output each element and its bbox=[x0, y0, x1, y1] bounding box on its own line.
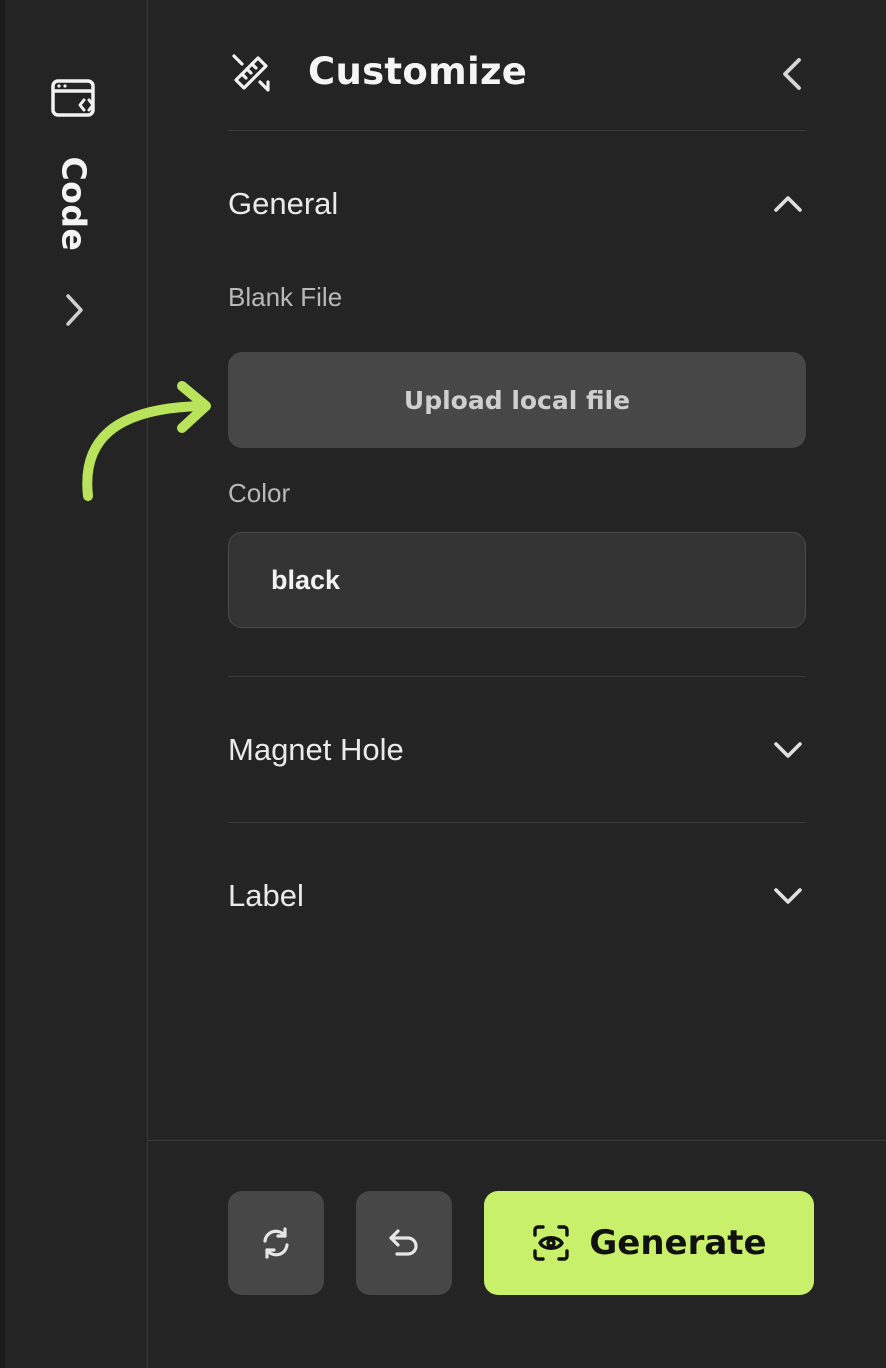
panel-header: Customize bbox=[228, 46, 806, 106]
section-title-magnet-hole: Magnet Hole bbox=[228, 732, 404, 767]
ruler-pencil-icon bbox=[232, 54, 270, 92]
generate-label: Generate bbox=[589, 1223, 767, 1263]
refresh-icon bbox=[263, 1227, 289, 1259]
color-label: Color bbox=[228, 478, 291, 508]
chevron-down-icon bbox=[774, 742, 802, 758]
section-label-header[interactable]: Label bbox=[228, 872, 806, 920]
eye-scan-icon bbox=[533, 1225, 570, 1261]
section-magnet-hole-header[interactable]: Magnet Hole bbox=[228, 726, 806, 774]
app-window: Code Customize General Blank File Upload… bbox=[0, 0, 886, 1368]
chevron-left-icon[interactable] bbox=[772, 52, 812, 96]
section-title-general: General bbox=[228, 186, 339, 221]
upload-file-button[interactable]: Upload local file bbox=[228, 352, 806, 448]
section-divider bbox=[228, 676, 806, 677]
rail-label[interactable]: Code bbox=[55, 157, 94, 252]
undo-icon bbox=[389, 1229, 418, 1256]
color-field[interactable]: black bbox=[228, 532, 806, 628]
section-title-label: Label bbox=[228, 878, 304, 913]
customize-panel: Customize General Blank File Upload loca… bbox=[148, 0, 886, 1140]
chevron-down-icon bbox=[774, 888, 802, 904]
chevron-up-icon bbox=[774, 196, 802, 212]
rail-edge bbox=[0, 0, 5, 1368]
code-rail: Code bbox=[0, 0, 148, 1368]
action-footer: Generate bbox=[148, 1140, 886, 1368]
generate-button[interactable]: Generate bbox=[484, 1191, 814, 1295]
header-divider bbox=[228, 130, 806, 131]
section-general-header[interactable]: General bbox=[228, 180, 806, 228]
undo-button[interactable] bbox=[356, 1191, 452, 1295]
reset-button[interactable] bbox=[228, 1191, 324, 1295]
annotation-arrow-icon bbox=[82, 381, 211, 501]
page-title: Customize bbox=[308, 50, 528, 93]
chevron-right-icon[interactable] bbox=[58, 290, 90, 330]
blank-file-label: Blank File bbox=[228, 282, 343, 312]
code-window-icon[interactable] bbox=[50, 78, 98, 120]
section-divider bbox=[228, 822, 806, 823]
